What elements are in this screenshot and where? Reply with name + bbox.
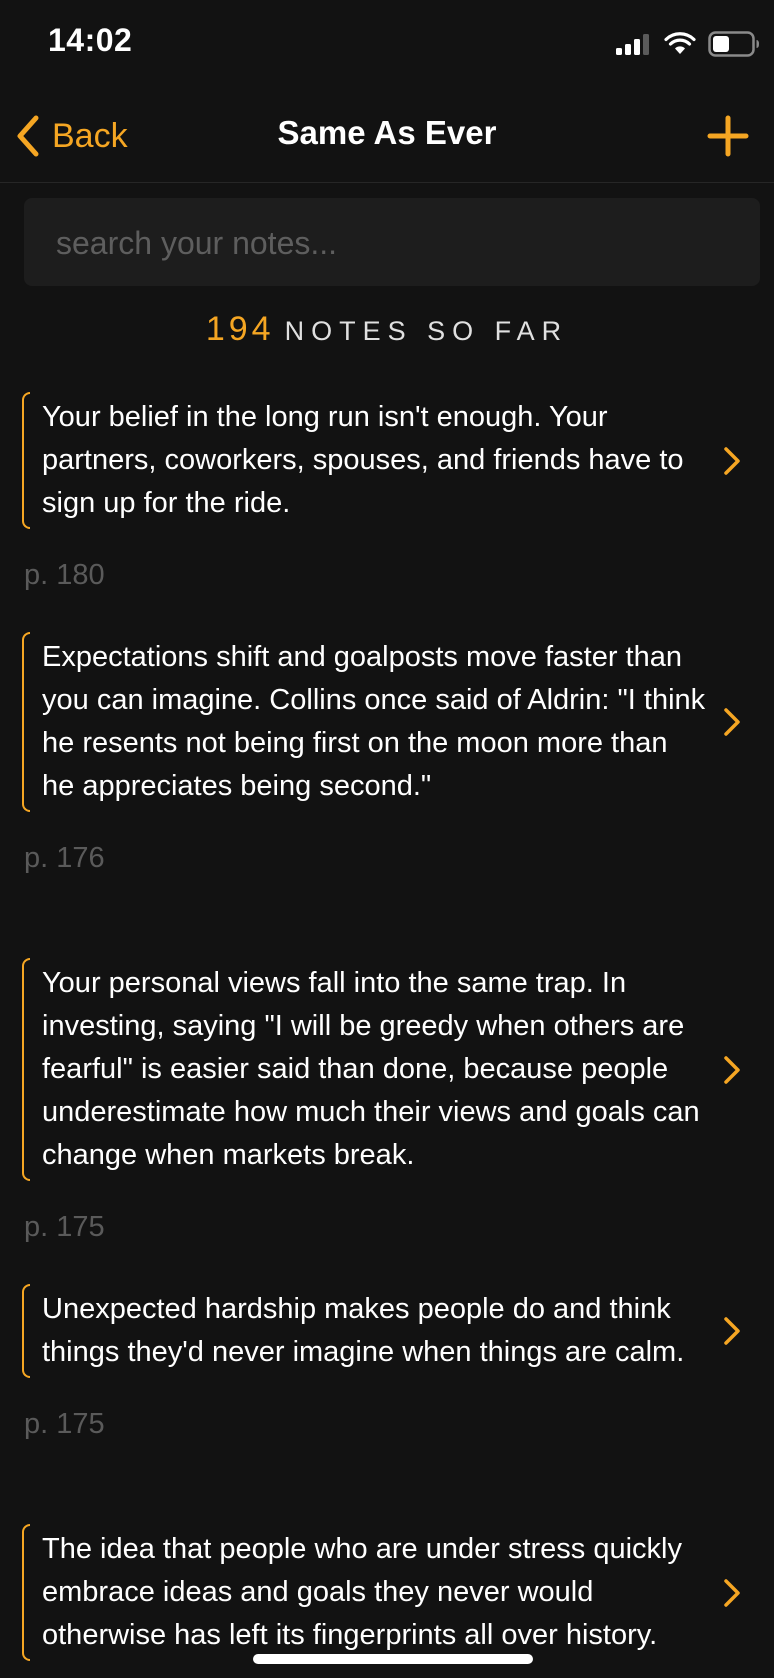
chevron-right-icon <box>724 1317 740 1345</box>
chevron-right-icon <box>724 446 740 475</box>
note-accent-bar <box>22 958 30 1181</box>
navigation-bar: Back Same As Ever <box>0 90 774 183</box>
page-title: Same As Ever <box>277 114 497 151</box>
note-text: Your personal views fall into the same t… <box>42 967 700 1171</box>
status-bar: 14:02 <box>0 0 774 88</box>
note-page: p. 175 <box>24 1211 105 1243</box>
note-accent-bar <box>22 1524 30 1661</box>
home-indicator[interactable] <box>253 1654 533 1664</box>
list-item: Unexpected hardship makes people do and … <box>0 1284 774 1441</box>
list-item: Your personal views fall into the same t… <box>0 958 774 1244</box>
search-box <box>24 198 760 288</box>
note-accent-bar <box>22 392 30 529</box>
chevron-right-icon <box>724 708 740 736</box>
list-item: Your belief in the long run isn't enough… <box>0 392 774 592</box>
search-input[interactable] <box>54 198 738 288</box>
battery-icon <box>708 31 759 57</box>
notes-count: 194 NOTES SO FAR <box>0 310 774 349</box>
status-icons <box>616 24 760 64</box>
chevron-right-icon <box>724 1055 740 1084</box>
add-note-button[interactable] <box>706 114 750 158</box>
note-page: p. 176 <box>24 842 105 874</box>
list-item: The idea that people who are under stres… <box>0 1524 774 1661</box>
note-row[interactable]: The idea that people who are under stres… <box>0 1524 774 1661</box>
note-accent-bar <box>22 632 30 812</box>
note-text: The idea that people who are under stres… <box>42 1533 682 1651</box>
note-accent-bar <box>22 1284 30 1378</box>
cellular-signal-icon <box>616 34 649 55</box>
note-row[interactable]: Your belief in the long run isn't enough… <box>0 392 774 529</box>
chevron-right-icon <box>724 1578 740 1607</box>
status-time: 14:02 <box>48 22 133 58</box>
note-page: p. 180 <box>24 559 105 591</box>
note-row[interactable]: Your personal views fall into the same t… <box>0 958 774 1181</box>
notes-count-number: 194 <box>205 310 275 348</box>
plus-icon <box>707 115 749 157</box>
list-item: Expectations shift and goalposts move fa… <box>0 632 774 875</box>
note-text: Your belief in the long run isn't enough… <box>42 401 684 519</box>
note-text: Unexpected hardship makes people do and … <box>42 1293 685 1368</box>
note-row[interactable]: Expectations shift and goalposts move fa… <box>0 632 774 812</box>
note-text: Expectations shift and goalposts move fa… <box>42 641 706 802</box>
notes-count-label: NOTES SO FAR <box>284 316 569 346</box>
note-page: p. 175 <box>24 1408 105 1440</box>
wifi-icon <box>664 32 696 54</box>
note-row[interactable]: Unexpected hardship makes people do and … <box>0 1284 774 1378</box>
